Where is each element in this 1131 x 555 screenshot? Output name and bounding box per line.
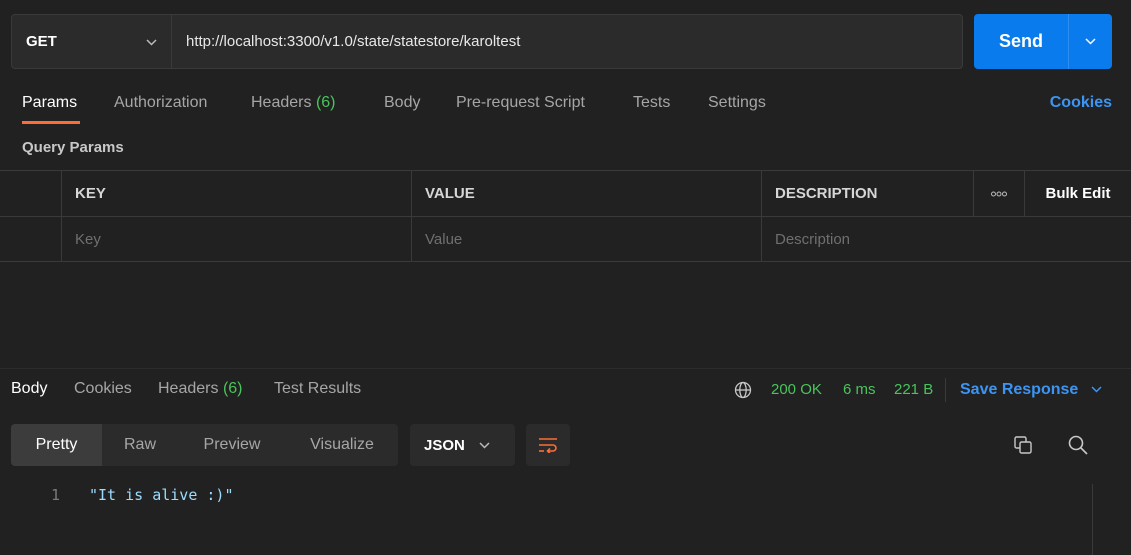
response-tab-headers-label: Headers <box>158 380 219 397</box>
response-size[interactable]: 221 B <box>894 381 933 398</box>
tab-headers[interactable]: Headers (6) <box>251 94 336 112</box>
save-response-label: Save Response <box>960 381 1079 398</box>
table-header-row: KEY VALUE DESCRIPTION Bulk Edit <box>0 170 1131 216</box>
request-tabs: Params Authorization Headers (6) Body Pr… <box>0 88 1131 124</box>
chevron-down-icon <box>1085 38 1096 45</box>
response-divider[interactable] <box>0 368 1131 369</box>
response-time[interactable]: 6 ms <box>843 381 876 398</box>
tab-params[interactable]: Params <box>22 94 77 112</box>
bulk-edit-button[interactable]: Bulk Edit <box>1024 171 1131 216</box>
view-mode-selector: Pretty Raw Preview Visualize <box>11 424 398 466</box>
table-row: Key Value Description <box>0 216 1131 262</box>
request-url-bar: GET <box>11 14 963 69</box>
method-label: GET <box>26 33 57 50</box>
query-params-table: KEY VALUE DESCRIPTION Bulk Edit Key Valu… <box>0 170 1131 262</box>
send-button-label[interactable]: Send <box>974 14 1068 69</box>
query-params-title: Query Params <box>22 139 124 156</box>
send-options-button[interactable] <box>1068 14 1112 69</box>
column-header-key: KEY <box>61 171 411 216</box>
globe-icon[interactable] <box>734 381 752 399</box>
tab-headers-label: Headers <box>251 94 312 111</box>
separator <box>945 378 946 402</box>
tab-pre-request-script[interactable]: Pre-request Script <box>456 94 585 112</box>
send-button[interactable]: Send <box>974 14 1112 69</box>
tab-tests[interactable]: Tests <box>633 94 670 112</box>
view-preview[interactable]: Preview <box>178 424 286 466</box>
cookies-link[interactable]: Cookies <box>1050 94 1112 112</box>
copy-icon[interactable] <box>1013 435 1033 455</box>
response-tab-body[interactable]: Body <box>11 380 47 398</box>
active-tab-indicator <box>22 121 80 124</box>
status-code[interactable]: 200 OK <box>771 381 822 398</box>
chevron-down-icon <box>146 35 157 49</box>
language-label: JSON <box>424 436 465 454</box>
more-horizontal-icon <box>991 191 1007 196</box>
response-tabs: Body Cookies Headers (6) Test Results 20… <box>0 378 1131 404</box>
response-tab-test-results[interactable]: Test Results <box>274 380 361 398</box>
search-icon[interactable] <box>1067 434 1089 456</box>
response-tab-headers[interactable]: Headers (6) <box>158 380 243 398</box>
tab-authorization[interactable]: Authorization <box>114 94 207 112</box>
row-handle-cell <box>0 217 61 262</box>
more-options-button[interactable] <box>973 171 1024 216</box>
key-input[interactable]: Key <box>61 217 411 262</box>
response-headers-count-badge: (6) <box>222 380 243 397</box>
tab-body[interactable]: Body <box>384 94 420 112</box>
response-tab-cookies[interactable]: Cookies <box>74 380 132 398</box>
method-select[interactable]: GET <box>12 15 172 68</box>
chevron-down-icon <box>1091 386 1102 393</box>
tab-settings[interactable]: Settings <box>708 94 766 112</box>
code-text: "It is alive :)" <box>89 486 234 504</box>
url-input[interactable] <box>172 15 962 68</box>
row-handle-cell <box>0 171 61 216</box>
language-select[interactable]: JSON <box>410 424 515 466</box>
wrap-lines-button[interactable] <box>526 424 570 466</box>
column-header-description: DESCRIPTION <box>761 171 973 216</box>
description-input[interactable]: Description <box>761 217 1131 262</box>
value-input[interactable]: Value <box>411 217 761 262</box>
code-line: 1 "It is alive :)" <box>0 484 234 506</box>
view-pretty[interactable]: Pretty <box>11 424 102 466</box>
view-raw[interactable]: Raw <box>102 424 178 466</box>
view-visualize[interactable]: Visualize <box>286 424 398 466</box>
line-number: 1 <box>50 486 60 504</box>
wrap-lines-icon <box>539 438 557 453</box>
chevron-down-icon <box>479 438 490 452</box>
column-header-value: VALUE <box>411 171 761 216</box>
scrollbar[interactable] <box>1092 484 1093 555</box>
save-response-button[interactable]: Save Response <box>960 381 1102 399</box>
headers-count-badge: (6) <box>315 94 336 111</box>
